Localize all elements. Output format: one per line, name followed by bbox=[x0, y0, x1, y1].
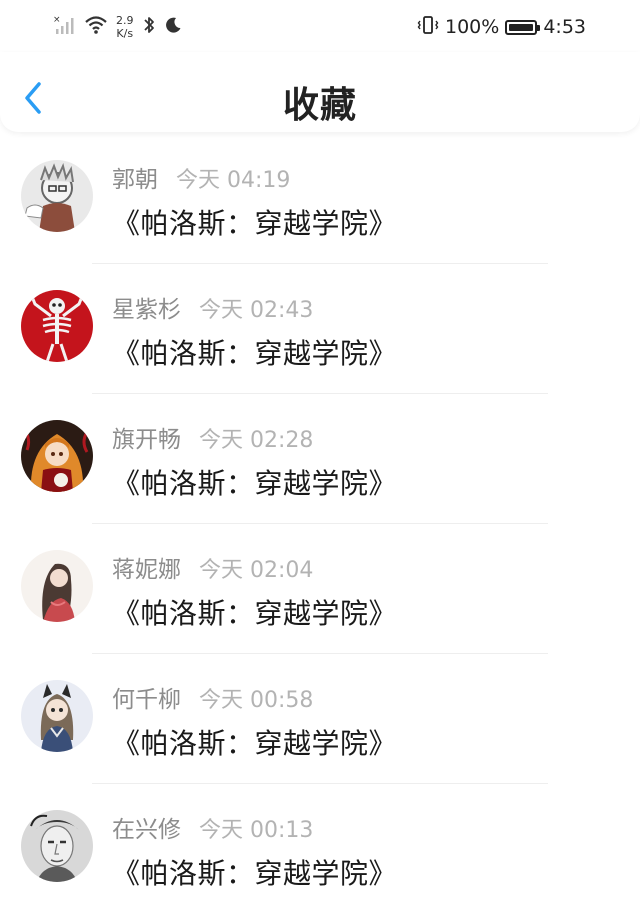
avatar[interactable] bbox=[21, 420, 93, 492]
avatar[interactable] bbox=[21, 290, 93, 362]
bluetooth-icon bbox=[142, 15, 156, 39]
user-name: 旗开畅 bbox=[112, 427, 181, 453]
timestamp: 今天 04:19 bbox=[176, 168, 291, 193]
moon-icon bbox=[164, 16, 182, 38]
timestamp: 今天 00:13 bbox=[199, 818, 314, 843]
list-item[interactable]: 旗开畅 今天 02:28 《帕洛斯：穿越学院》 bbox=[0, 394, 640, 524]
avatar[interactable] bbox=[21, 680, 93, 752]
timestamp: 今天 02:28 bbox=[199, 428, 314, 453]
item-meta: 在兴修 今天 00:13 bbox=[112, 810, 313, 844]
list-item[interactable]: 郭朝 今天 04:19 《帕洛斯：穿越学院》 bbox=[0, 134, 640, 264]
timestamp: 今天 02:43 bbox=[199, 298, 314, 323]
battery-fill bbox=[509, 23, 534, 31]
vibrate-icon bbox=[417, 15, 439, 40]
book-title[interactable]: 《帕洛斯：穿越学院》 bbox=[112, 332, 397, 372]
user-name: 星紫杉 bbox=[112, 297, 181, 323]
user-name: 在兴修 bbox=[112, 817, 181, 843]
avatar[interactable] bbox=[21, 550, 93, 622]
item-meta: 郭朝 今天 04:19 bbox=[112, 160, 290, 194]
status-bar: × 2.9 K/s 100% 4:53 bbox=[0, 0, 640, 52]
avatar[interactable] bbox=[21, 810, 93, 882]
signal-icon: × bbox=[52, 14, 76, 40]
book-title[interactable]: 《帕洛斯：穿越学院》 bbox=[112, 852, 397, 892]
book-title[interactable]: 《帕洛斯：穿越学院》 bbox=[112, 202, 397, 242]
wifi-icon bbox=[84, 15, 108, 39]
user-name: 蒋妮娜 bbox=[112, 557, 181, 583]
network-speed: 2.9 K/s bbox=[116, 14, 134, 40]
speed-value: 2.9 bbox=[116, 14, 134, 27]
user-name: 郭朝 bbox=[112, 167, 158, 193]
list-item[interactable]: 在兴修 今天 00:13 《帕洛斯：穿越学院》 bbox=[0, 784, 640, 914]
status-right: 100% 4:53 bbox=[417, 10, 586, 44]
list-item[interactable]: 星紫杉 今天 02:43 《帕洛斯：穿越学院》 bbox=[0, 264, 640, 394]
status-left: × 2.9 K/s bbox=[52, 10, 182, 44]
book-title[interactable]: 《帕洛斯：穿越学院》 bbox=[112, 722, 397, 762]
book-title[interactable]: 《帕洛斯：穿越学院》 bbox=[112, 462, 397, 502]
battery-percent: 100% bbox=[445, 16, 500, 38]
navigation-bar: 收藏 bbox=[0, 52, 640, 132]
svg-text:×: × bbox=[53, 15, 61, 25]
page-title: 收藏 bbox=[282, 85, 357, 126]
avatar[interactable] bbox=[21, 160, 93, 232]
battery-icon bbox=[505, 19, 541, 35]
book-title[interactable]: 《帕洛斯：穿越学院》 bbox=[112, 592, 397, 632]
item-meta: 旗开畅 今天 02:28 bbox=[112, 420, 313, 454]
clock: 4:53 bbox=[543, 16, 586, 38]
user-name: 何千柳 bbox=[112, 687, 181, 713]
item-meta: 何千柳 今天 00:58 bbox=[112, 680, 313, 714]
favorites-list: 郭朝 今天 04:19 《帕洛斯：穿越学院》 星紫杉 今天 02:43 《帕洛斯… bbox=[0, 134, 640, 914]
item-meta: 蒋妮娜 今天 02:04 bbox=[112, 550, 313, 584]
item-meta: 星紫杉 今天 02:43 bbox=[112, 290, 313, 324]
speed-unit: K/s bbox=[116, 27, 134, 40]
timestamp: 今天 02:04 bbox=[199, 558, 314, 583]
timestamp: 今天 00:58 bbox=[199, 688, 314, 713]
list-item[interactable]: 蒋妮娜 今天 02:04 《帕洛斯：穿越学院》 bbox=[0, 524, 640, 654]
list-item[interactable]: 何千柳 今天 00:58 《帕洛斯：穿越学院》 bbox=[0, 654, 640, 784]
